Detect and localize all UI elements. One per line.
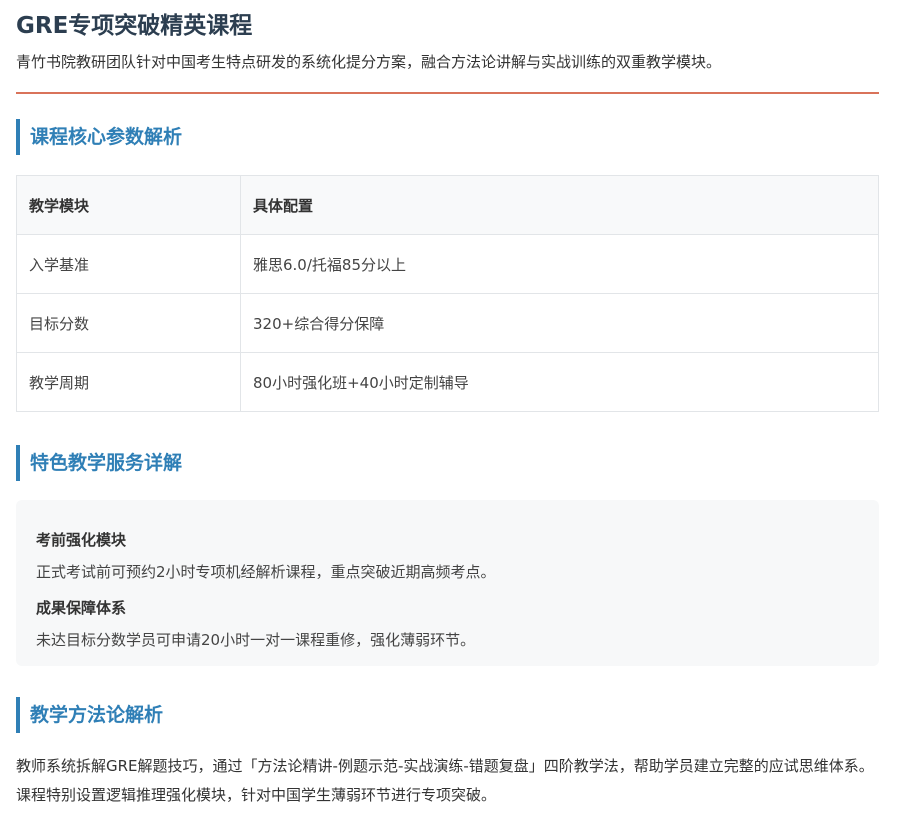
services-heading: 特色教学服务详解: [16, 445, 879, 481]
table-row: 入学基准 雅思6.0/托福85分以上: [16, 234, 879, 294]
table-cell: 目标分数: [16, 293, 241, 353]
table-header-row: 教学模块 具体配置: [16, 175, 879, 235]
table-cell: 教学周期: [16, 352, 241, 412]
page: GRE专项突破精英课程 青竹书院教研团队针对中国考生特点研发的系统化提分方案，融…: [0, 0, 900, 818]
service-title: 考前强化模块: [36, 531, 127, 549]
method-text: 教师系统拆解GRE解题技巧，通过「方法论精讲-例题示范-实战演练-错题复盘」四阶…: [16, 757, 874, 804]
table-cell: 320+综合得分保障: [240, 293, 879, 353]
params-heading: 课程核心参数解析: [16, 119, 879, 155]
service-desc: 正式考试前可预约2小时专项机经解析课程，重点突破近期高频考点。: [36, 563, 496, 581]
table-cell: 80小时强化班+40小时定制辅导: [240, 352, 879, 412]
intro-text: 青竹书院教研团队针对中国考生特点研发的系统化提分方案，融合方法论讲解与实战训练的…: [16, 53, 722, 71]
table-cell: 入学基准: [16, 234, 241, 294]
service-desc: 未达目标分数学员可申请20小时一对一课程重修，强化薄弱环节。: [36, 631, 476, 649]
params-table: 教学模块 具体配置 入学基准 雅思6.0/托福85分以上 目标分数 320+综合…: [16, 175, 879, 412]
services-box: 考前强化模块 正式考试前可预约2小时专项机经解析课程，重点突破近期高频考点。 成…: [16, 500, 879, 666]
table-header-cell: 教学模块: [16, 175, 241, 235]
page-title: GRE专项突破精英课程: [16, 13, 253, 39]
method-heading: 教学方法论解析: [16, 697, 879, 733]
title-divider: [16, 92, 879, 94]
table-row: 目标分数 320+综合得分保障: [16, 293, 879, 353]
service-title: 成果保障体系: [36, 599, 127, 617]
table-header-cell: 具体配置: [240, 175, 879, 235]
table-cell: 雅思6.0/托福85分以上: [240, 234, 879, 294]
table-row: 教学周期 80小时强化班+40小时定制辅导: [16, 352, 879, 412]
